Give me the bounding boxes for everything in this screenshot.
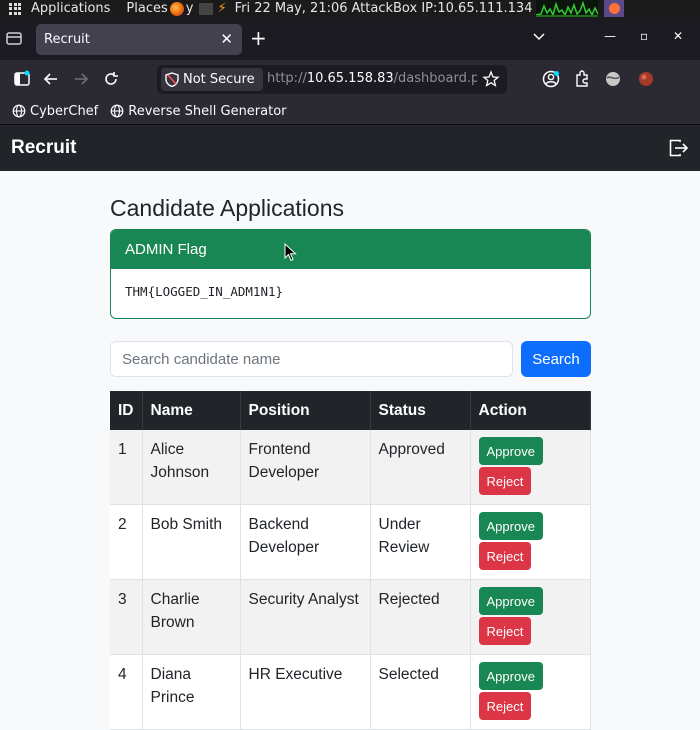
table-header-row: ID Name Position Status Action xyxy=(110,391,591,430)
tab-list-icon[interactable] xyxy=(5,29,23,47)
flag-value: THM{LOGGED_IN_ADM1N1} xyxy=(125,284,284,299)
cell-status: Under Review xyxy=(370,504,471,580)
bookmark-label: CyberChef xyxy=(30,103,99,119)
browser-nav-bar: Not Secure http://10.65.158.83/dashboard… xyxy=(0,60,700,98)
cell-action: Approve Reject xyxy=(470,504,591,580)
logout-icon[interactable] xyxy=(668,138,689,158)
close-window-icon[interactable]: ✕ xyxy=(673,29,683,43)
candidates-table: ID Name Position Status Action 1 Alice J… xyxy=(110,391,591,730)
search-button[interactable]: Search xyxy=(521,341,591,377)
lightning-icon[interactable]: ⚡ xyxy=(217,1,226,16)
globe-icon xyxy=(110,104,124,118)
cell-position: Security Analyst xyxy=(240,579,371,655)
reload-icon[interactable] xyxy=(101,69,121,89)
extensions-icon[interactable] xyxy=(572,69,592,89)
os-top-bar: Applications Places y ⚡ Fri 22 May, 21:0… xyxy=(0,0,700,17)
taskbar-fragment: y xyxy=(185,1,194,16)
reject-button[interactable]: Reject xyxy=(478,617,532,645)
star-bookmark-icon[interactable] xyxy=(482,70,500,88)
bookmark-label: Reverse Shell Generator xyxy=(128,103,287,119)
cell-status: Approved xyxy=(370,430,471,505)
terminal-taskbar-icon[interactable] xyxy=(199,2,214,15)
new-tab-icon[interactable]: + xyxy=(250,26,267,50)
applications-menu[interactable]: Applications xyxy=(31,1,110,16)
approve-button[interactable]: Approve xyxy=(478,587,543,615)
table-row: 2 Bob Smith Backend Developer Under Revi… xyxy=(110,504,591,580)
page-content: Candidate Applications ADMIN Flag THM{LO… xyxy=(0,171,700,730)
cpu-graph-icon xyxy=(536,0,600,17)
header-position: Position xyxy=(240,391,371,430)
cell-name: Alice Johnson xyxy=(142,430,241,505)
bookmarks-bar: CyberChef Reverse Shell Generator xyxy=(0,98,700,125)
attackbox-ip: AttackBox IP:10.65.111.134 xyxy=(351,1,533,16)
shield-icon xyxy=(165,72,179,87)
table-row: 1 Alice Johnson Frontend Developer Appro… xyxy=(110,430,591,505)
cell-position: Frontend Developer xyxy=(240,430,371,505)
cell-position: HR Executive xyxy=(240,654,371,730)
firefox-taskbar-icon[interactable] xyxy=(169,1,184,16)
cell-id: 3 xyxy=(110,579,143,655)
extension-globe-icon[interactable] xyxy=(603,69,623,89)
back-arrow-icon[interactable] xyxy=(41,69,61,89)
header-action: Action xyxy=(470,391,591,430)
not-secure-label: Not Secure xyxy=(183,72,255,87)
tab-title: Recruit xyxy=(44,32,90,47)
site-brand[interactable]: Recruit xyxy=(11,137,76,159)
chevron-down-icon[interactable] xyxy=(532,29,546,43)
cell-status: Selected xyxy=(370,654,471,730)
header-name: Name xyxy=(142,391,241,430)
close-tab-icon[interactable]: ✕ xyxy=(220,30,233,48)
page-title: Candidate Applications xyxy=(110,195,344,221)
admin-flag-card: ADMIN Flag THM{LOGGED_IN_ADM1N1} xyxy=(110,229,591,319)
bookmark-reverse-shell-generator[interactable]: Reverse Shell Generator xyxy=(110,103,287,119)
cell-status: Rejected xyxy=(370,579,471,655)
reject-button[interactable]: Reject xyxy=(478,692,532,720)
browser-tab-bar: Recruit ✕ + — ▫ ✕ xyxy=(0,17,700,60)
url-bar[interactable]: Not Secure http://10.65.158.83/dashboard… xyxy=(157,65,507,94)
extension-red-icon[interactable] xyxy=(636,69,656,89)
flag-card-header: ADMIN Flag xyxy=(111,230,590,269)
cell-id: 1 xyxy=(110,430,143,505)
sidebar-icon[interactable] xyxy=(12,69,32,89)
url-text[interactable]: http://10.65.158.83/dashboard.p xyxy=(267,71,477,86)
mouse-cursor-icon xyxy=(284,243,297,262)
cell-name: Bob Smith xyxy=(142,504,241,580)
url-path: /dashboard.p xyxy=(393,71,477,86)
reject-button[interactable]: Reject xyxy=(478,467,532,495)
cell-action: Approve Reject xyxy=(470,654,591,730)
approve-button[interactable]: Approve xyxy=(478,512,543,540)
apps-grid-icon[interactable] xyxy=(9,2,23,15)
search-input[interactable] xyxy=(110,341,513,377)
bookmark-cyberchef[interactable]: CyberChef xyxy=(12,104,98,119)
table-row: 4 Diana Prince HR Executive Selected App… xyxy=(110,654,591,730)
url-host: 10.65.158.83 xyxy=(306,71,394,86)
maximize-icon[interactable]: ▫ xyxy=(640,29,648,43)
cell-action: Approve Reject xyxy=(470,430,591,505)
approve-button[interactable]: Approve xyxy=(478,662,543,690)
firefox-tray-icon[interactable] xyxy=(604,0,625,17)
minimize-icon[interactable]: — xyxy=(604,29,616,43)
cell-name: Diana Prince xyxy=(142,654,241,730)
cell-action: Approve Reject xyxy=(470,579,591,655)
places-menu[interactable]: Places xyxy=(126,1,167,16)
tab-recruit[interactable]: Recruit ✕ xyxy=(36,24,242,55)
globe-icon xyxy=(12,104,26,118)
site-navbar: Recruit xyxy=(0,125,700,171)
url-prefix: http:// xyxy=(267,71,307,86)
reject-button[interactable]: Reject xyxy=(478,542,532,570)
cell-id: 4 xyxy=(110,654,143,730)
account-icon[interactable] xyxy=(541,69,561,89)
header-status: Status xyxy=(370,391,471,430)
cell-name: Charlie Brown xyxy=(142,579,241,655)
header-id: ID xyxy=(110,391,143,430)
forward-arrow-icon[interactable] xyxy=(71,69,91,89)
clock: Fri 22 May, 21:06 xyxy=(234,1,348,16)
cell-id: 2 xyxy=(110,504,143,580)
table-row: 3 Charlie Brown Security Analyst Rejecte… xyxy=(110,579,591,655)
security-indicator[interactable]: Not Secure xyxy=(161,68,263,91)
approve-button[interactable]: Approve xyxy=(478,437,543,465)
cell-position: Backend Developer xyxy=(240,504,371,580)
